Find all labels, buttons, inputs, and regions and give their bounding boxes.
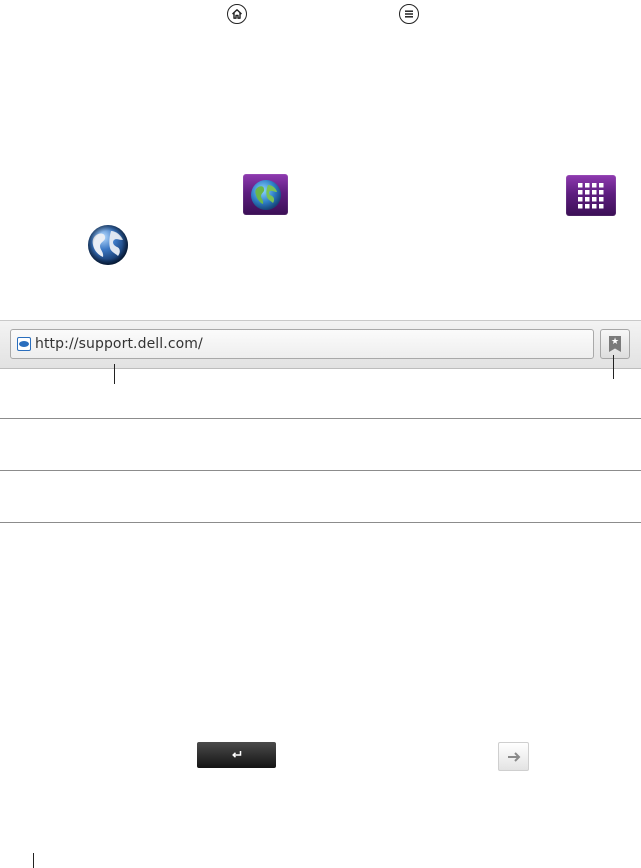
divider-1 <box>0 418 641 419</box>
divider-3 <box>0 522 641 523</box>
dell-favicon-icon <box>17 337 31 351</box>
enter-key-button[interactable] <box>197 742 276 768</box>
url-field-callout-line <box>114 364 115 384</box>
home-icon <box>227 4 247 24</box>
enter-icon <box>231 751 241 758</box>
globe-icon <box>250 179 281 210</box>
browser-globe-icon <box>86 223 130 267</box>
bookmark-callout-line <box>613 355 614 379</box>
arrow-right-icon <box>507 751 520 762</box>
browser-app-tile[interactable] <box>243 174 288 215</box>
divider-2 <box>0 470 641 471</box>
app-grid-icon <box>578 182 604 208</box>
go-button[interactable] <box>498 742 529 771</box>
bookmark-star-icon: ★ <box>609 336 621 352</box>
menu-icon <box>399 4 419 24</box>
url-field[interactable]: http://support.dell.com/ <box>10 329 594 359</box>
page-margin-mark <box>33 853 34 868</box>
bookmark-button[interactable]: ★ <box>600 329 630 359</box>
apps-tile[interactable] <box>566 175 616 216</box>
url-text: http://support.dell.com/ <box>35 336 203 352</box>
